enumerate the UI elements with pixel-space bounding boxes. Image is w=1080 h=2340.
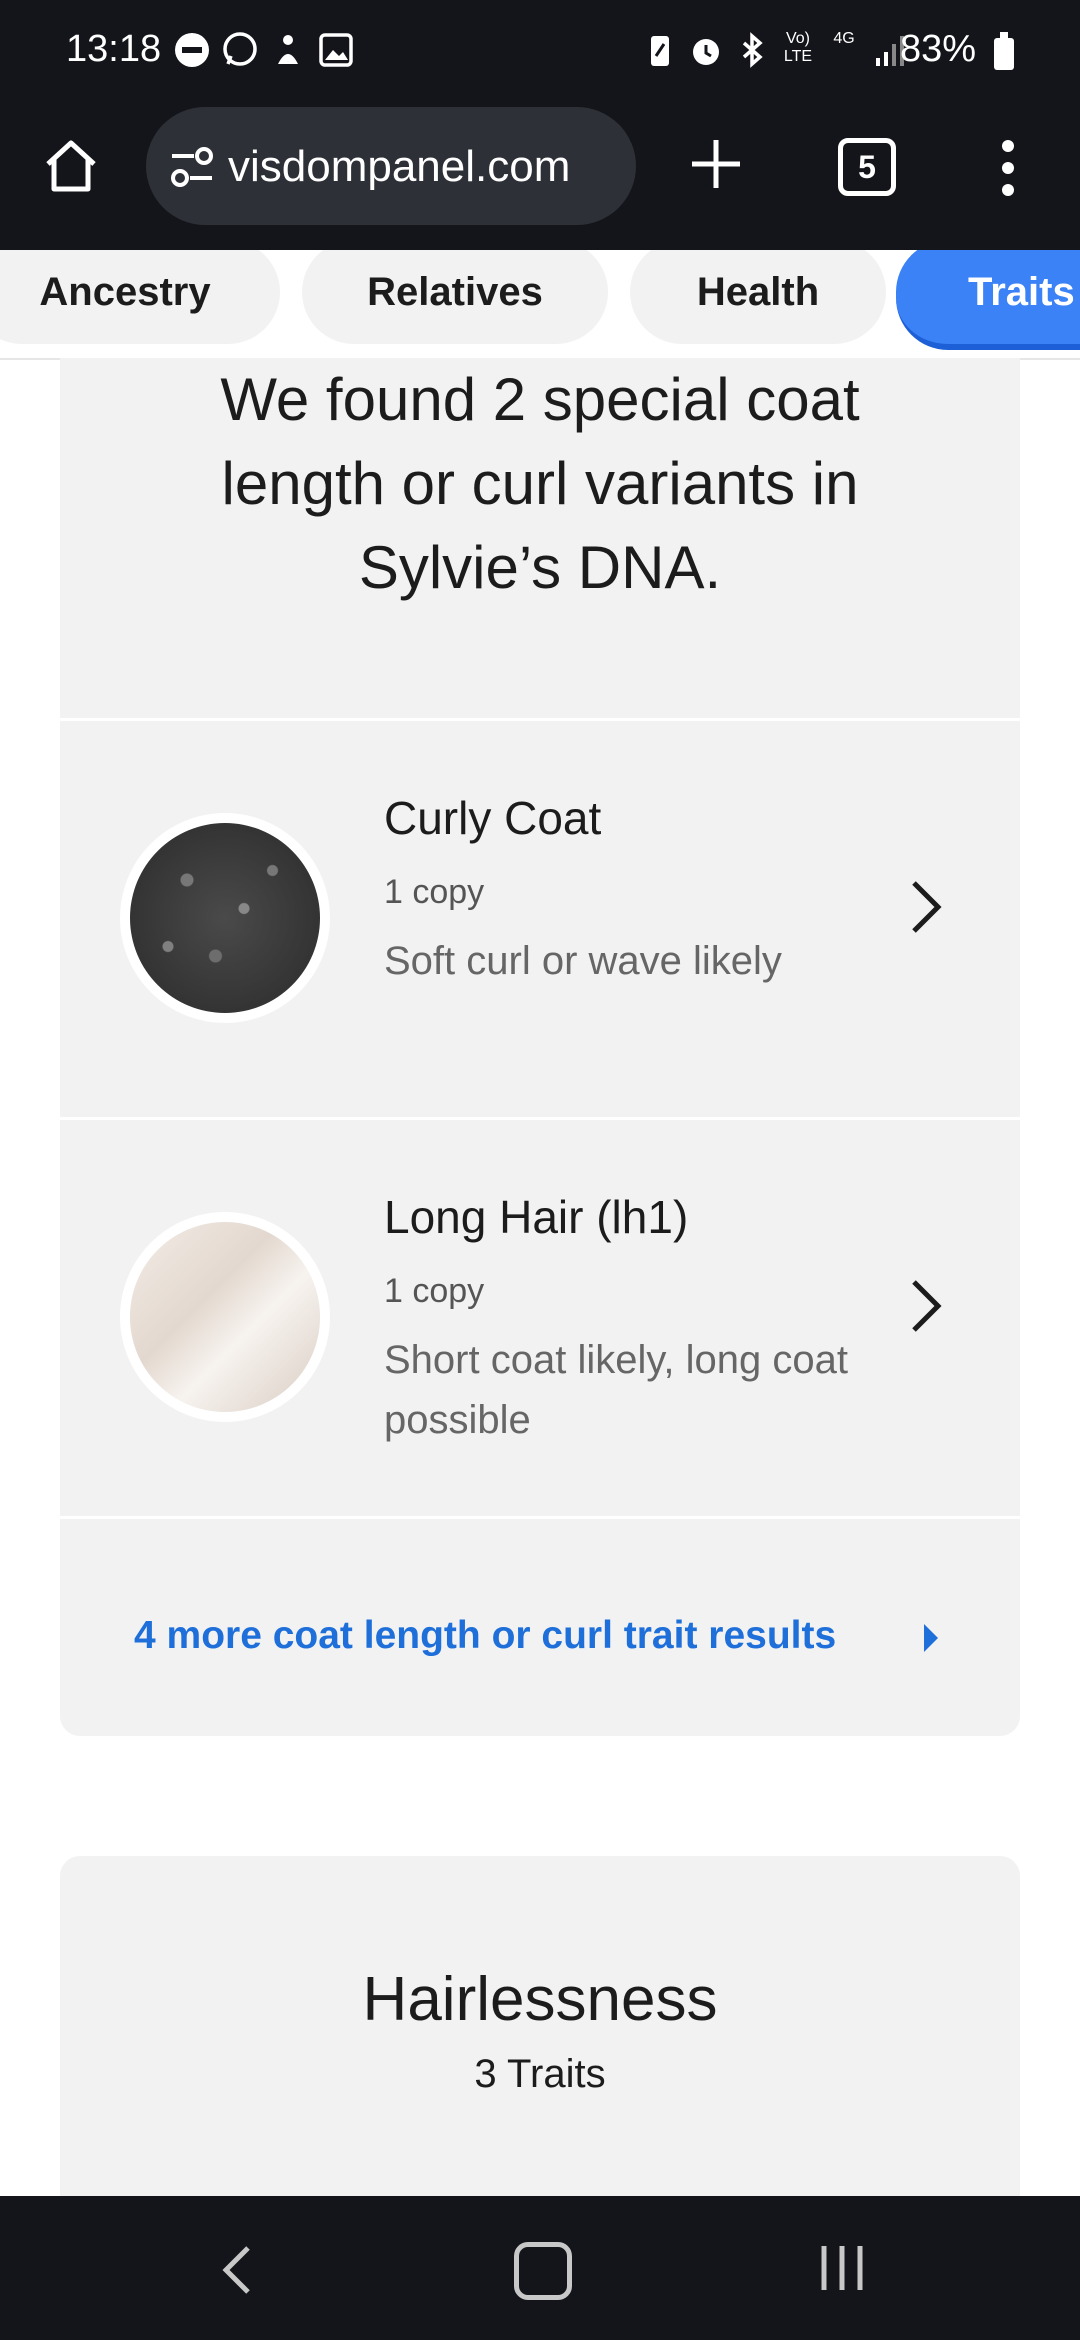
system-navigation-bar [0,2196,1080,2340]
trait-thumbnail [120,1212,330,1422]
caret-right-icon[interactable] [924,1624,938,1652]
heading-line: We found 2 special coat [220,366,860,433]
battery-percent: 83% [900,28,977,70]
trait-row-long-hair[interactable]: Long Hair (lh1) 1 copy Short coat likely… [60,1120,1020,1516]
trait-row-curly-coat[interactable]: Curly Coat 1 copy Soft curl or wave like… [60,721,1020,1117]
trait-copies: 1 copy [384,1272,485,1310]
tab-switcher-button[interactable]: 5 [838,138,896,196]
site-settings-icon[interactable] [168,145,216,189]
do-not-disturb-icon [172,30,212,70]
plus-icon [692,140,740,188]
home-nav-icon[interactable] [514,2242,572,2300]
url-text[interactable]: visdompanel.com [228,142,570,192]
trait-copies: 1 copy [384,873,485,911]
status-time: 13:18 [66,28,162,70]
tab-ancestry[interactable]: Ancestry [0,250,280,344]
trait-description: Soft curl or wave likely [384,939,782,983]
home-icon [46,140,96,192]
divider [60,1516,1020,1519]
4g-icon: 4G [833,30,855,47]
browser-menu-button[interactable] [996,136,1020,200]
curly-coat-image [130,823,320,1013]
long-hair-image [130,1222,320,1412]
status-right-icons: Vo) LTE 4G [640,30,910,70]
new-tab-button[interactable] [686,134,746,194]
chevron-right-icon [912,1280,942,1332]
home-button[interactable] [40,134,102,196]
alarm-icon [686,30,726,70]
trait-thumbnail [120,813,330,1023]
browser-toolbar: visdompanel.com 5 [0,104,1080,250]
chevron-right-icon [912,881,942,933]
coat-variants-card: We found 2 special coat length or curl v… [60,358,1020,1736]
trait-description: Short coat likely, long coat possible [384,1338,848,1442]
tab-health[interactable]: Health [630,250,886,344]
status-left-icons [172,30,356,70]
card-subtitle: 3 Traits [474,2052,606,2096]
more-traits-link[interactable]: 4 more coat length or curl trait results [134,1614,836,1658]
trait-name: Long Hair (lh1) [384,1191,689,1243]
address-bar[interactable]: visdompanel.com [146,107,636,225]
gallery-icon [316,30,356,70]
whatsapp-icon [220,30,260,70]
recents-icon[interactable] [818,2242,866,2294]
heading-line: length or curl variants in [221,450,859,517]
card-title: Hairlessness [362,1965,718,2034]
battery-saver-icon [640,30,680,70]
back-icon[interactable] [218,2242,258,2298]
tab-traits[interactable]: Traits [896,250,1080,350]
volte-icon: Vo) LTE [783,30,813,65]
notification-icon [268,30,308,70]
card-heading: We found 2 special coat length or curl v… [60,358,1020,610]
more-vert-icon [1002,140,1014,196]
heading-line: Sylvie’s DNA. [358,534,722,601]
status-bar: 13:18 Vo) LTE 4G 83% [0,0,1080,104]
tab-relatives[interactable]: Relatives [302,250,608,344]
bluetooth-icon [732,30,772,70]
battery-icon [994,32,1014,70]
section-tabs: Ancestry Relatives Health Traits [0,250,1080,360]
trait-name: Curly Coat [384,792,602,844]
